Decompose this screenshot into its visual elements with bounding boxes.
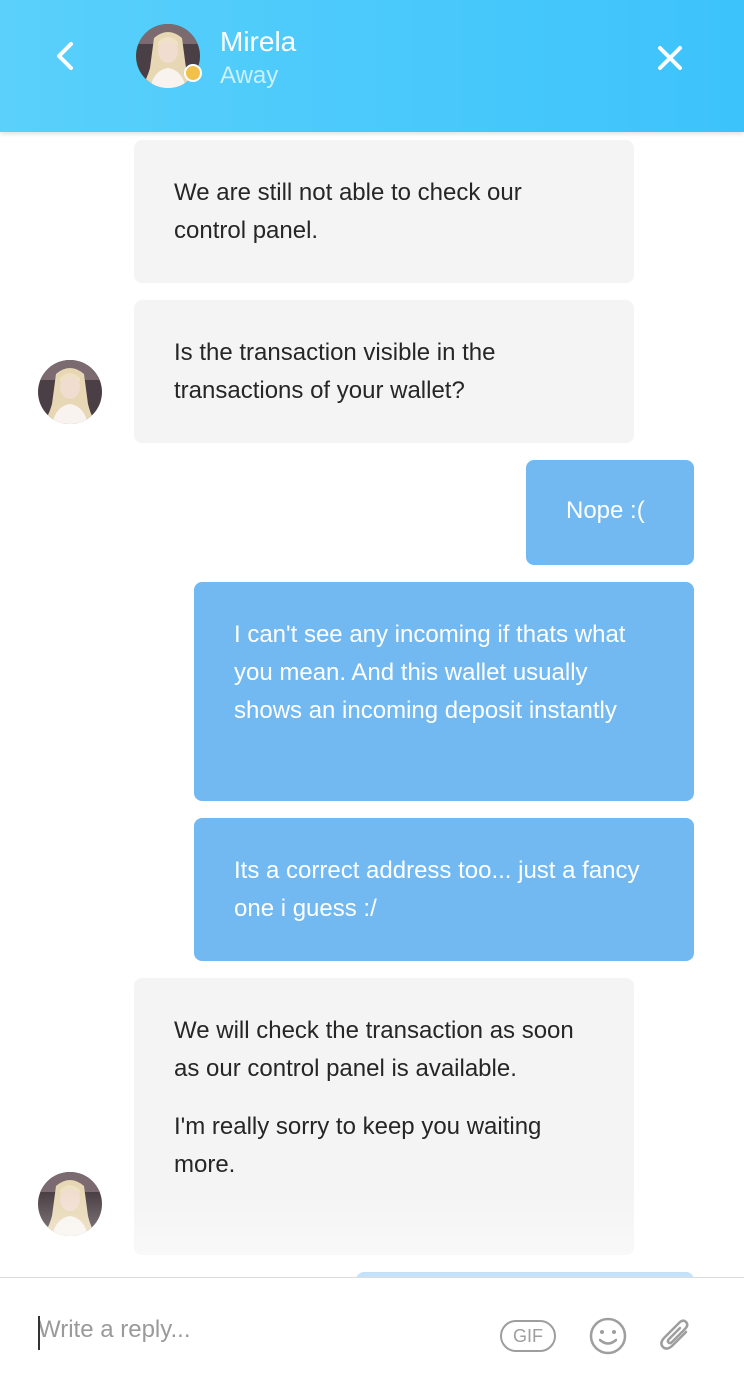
- message-bubble: Is the transaction visible in the transa…: [134, 300, 634, 443]
- message-text: We will check the transaction as soon as…: [174, 1017, 574, 1082]
- chat-header: Mirela Away: [0, 0, 744, 132]
- message-text: We are still not able to check our contr…: [174, 179, 522, 244]
- avatar: [38, 360, 102, 424]
- gif-button[interactable]: GIF: [500, 1320, 556, 1352]
- message-text: Is the transaction visible in the transa…: [174, 339, 496, 404]
- reply-input[interactable]: [38, 1310, 468, 1350]
- text-cursor: [38, 1316, 40, 1350]
- message-text: Nope :(: [566, 497, 645, 524]
- close-icon: [658, 46, 682, 70]
- message-text: Its a correct address too... just a fanc…: [234, 857, 640, 922]
- contact-name: Mirela: [220, 26, 297, 57]
- attach-button[interactable]: [656, 1314, 696, 1358]
- contact-status: Away: [220, 62, 279, 89]
- message-text: I'm really sorry to keep you waiting mor…: [174, 1113, 542, 1178]
- back-button[interactable]: [44, 32, 88, 80]
- smiley-icon: [589, 1317, 627, 1355]
- message-bubble: I can't see any incoming if thats what y…: [194, 582, 694, 801]
- avatar: [38, 1172, 102, 1236]
- paperclip-icon: [660, 1319, 689, 1350]
- composer-bar: GIF: [0, 1277, 744, 1388]
- close-button[interactable]: [648, 36, 692, 80]
- message-bubble: We are still not able to check our contr…: [134, 140, 634, 283]
- message-bubble: Its a correct address too... just a fanc…: [194, 818, 694, 961]
- emoji-button[interactable]: [588, 1316, 628, 1356]
- message-bubble: We will check the transaction as soon as…: [134, 978, 634, 1255]
- message-text: I can't see any incoming if thats what y…: [234, 621, 626, 724]
- status-indicator: [184, 64, 202, 82]
- chevron-left-icon: [57, 42, 73, 70]
- message-list[interactable]: We are still not able to check our contr…: [0, 132, 744, 1277]
- message-bubble: Nope :(: [526, 460, 694, 565]
